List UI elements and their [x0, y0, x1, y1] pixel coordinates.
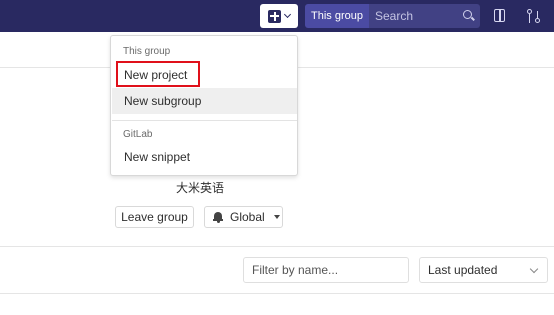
- menu-item-label: New subgroup: [124, 94, 202, 108]
- divider: [0, 293, 554, 294]
- notification-dropdown[interactable]: Global: [204, 206, 283, 228]
- merge-requests-icon[interactable]: [526, 8, 542, 24]
- new-dropdown-menu: This group New project New subgroup GitL…: [110, 35, 298, 176]
- top-navbar: This group: [0, 0, 554, 32]
- search-form: This group: [305, 4, 480, 28]
- caret-down-icon: [273, 215, 280, 219]
- search-input[interactable]: [374, 9, 463, 23]
- plus-square-icon: [268, 9, 281, 23]
- notification-level-label: Global: [230, 210, 265, 224]
- menu-item-new-subgroup[interactable]: New subgroup: [112, 88, 297, 114]
- menu-item-label: New snippet: [124, 150, 191, 164]
- sort-dropdown[interactable]: Last updated: [419, 257, 548, 283]
- divider: [0, 246, 554, 247]
- leave-group-button[interactable]: Leave group: [115, 206, 194, 228]
- menu-divider: [112, 120, 297, 121]
- chevron-down-icon: [529, 264, 539, 274]
- search-icon[interactable]: [463, 10, 472, 19]
- menu-item-new-snippet[interactable]: New snippet: [112, 144, 297, 170]
- chevron-down-icon: [283, 10, 292, 19]
- filter-by-name-input[interactable]: [243, 257, 409, 283]
- menu-section-header: GitLab: [123, 129, 153, 140]
- issues-icon[interactable]: [492, 8, 508, 24]
- search-scope-badge[interactable]: This group: [305, 4, 369, 28]
- leave-group-label: Leave group: [121, 210, 188, 224]
- new-dropdown-toggle[interactable]: [260, 4, 298, 28]
- search-field-wrapper: [368, 4, 480, 28]
- highlight-annotation-box: [116, 61, 200, 87]
- group-title: 大米英语: [176, 181, 225, 195]
- sort-label: Last updated: [428, 263, 498, 277]
- bell-icon: [213, 211, 223, 223]
- menu-section-header: This group: [123, 46, 171, 57]
